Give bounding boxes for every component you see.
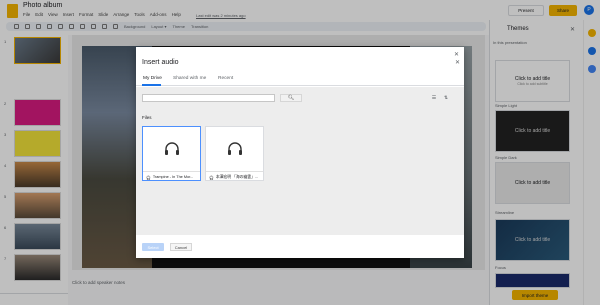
tab-recent[interactable]: Recent <box>218 76 233 81</box>
cancel-button[interactable]: Cancel <box>170 243 192 251</box>
sort-icon[interactable]: ⇅ <box>442 95 450 101</box>
audio-file-card[interactable]: 🎧︎ Trampine - In The Mor... <box>142 126 201 181</box>
headphones-icon: 🎧︎ <box>146 175 151 180</box>
close-icon[interactable]: ✕ <box>455 59 460 66</box>
files-section-label: Files <box>142 115 152 120</box>
search-input[interactable] <box>142 94 275 102</box>
file-name: Trampine - In The Mor... <box>152 175 194 179</box>
close-icon[interactable]: ✕ <box>454 51 459 58</box>
audio-file-card[interactable]: 🎧︎ 本澤宏明 「海の幽霊」... <box>205 126 264 181</box>
search-icon[interactable]: 🔍︎ <box>280 94 302 102</box>
headphones-icon: 🎧︎ <box>209 175 214 180</box>
tab-my-drive[interactable]: My Drive <box>143 76 162 81</box>
dialog-title: Insert audio <box>142 59 179 66</box>
headphones-icon <box>143 127 200 171</box>
headphones-icon <box>206 127 263 171</box>
file-name: 本澤宏明 「海の幽霊」... <box>215 174 259 179</box>
select-button[interactable]: Select <box>142 243 164 251</box>
list-view-icon[interactable]: ☰ <box>430 95 438 101</box>
active-tab-indicator <box>142 84 161 86</box>
tab-shared-with-me[interactable]: Shared with me <box>173 76 206 81</box>
